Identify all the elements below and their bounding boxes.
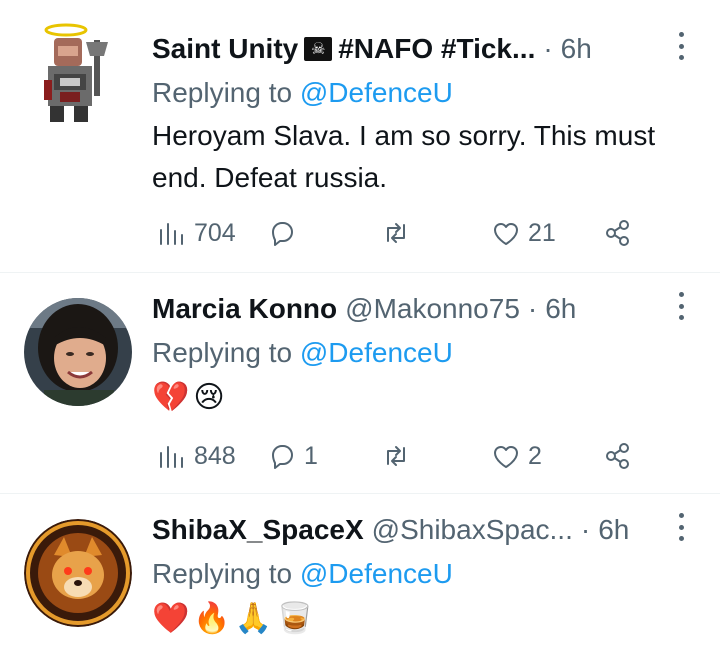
avatar-photo — [24, 298, 132, 406]
heart-icon — [494, 223, 518, 245]
tweet-emojis: ❤️ 🔥 🙏 🥃 — [152, 600, 700, 636]
avatar-knight-image — [44, 23, 108, 122]
reply-button[interactable] — [266, 213, 298, 253]
replying-to-line: Replying to @DefenceU — [152, 333, 700, 373]
tweet-body: Marcia Konno @Makonno75 · 6h Replying to… — [152, 288, 700, 415]
retweet-icon — [387, 223, 405, 243]
replying-to-label: Replying to — [152, 558, 293, 589]
views-icon — [160, 223, 183, 245]
action-bar: 848 1 2 — [152, 436, 652, 476]
retweet-button[interactable] — [380, 213, 412, 253]
folded-hands-emoji: 🙏 — [234, 601, 273, 635]
heart-icon — [494, 446, 518, 468]
avatar-shiba-coin — [24, 519, 132, 627]
fire-emoji: 🔥 — [193, 601, 231, 635]
views-icon — [160, 446, 183, 468]
timestamp[interactable]: 6h — [561, 33, 592, 65]
tweet-header: Saint Unity ☠ #NAFO #Tick... · 6h — [152, 28, 700, 70]
replying-to-line: Replying to @DefenceU — [152, 554, 700, 594]
separator-dot: · — [580, 514, 591, 545]
views-button[interactable]: 848 — [156, 436, 236, 476]
display-name[interactable]: ShibaX_SpaceX — [152, 514, 364, 546]
pirate-flag-icon: ☠ — [304, 37, 333, 61]
broken-heart-emoji: 💔 — [152, 380, 190, 414]
share-icon — [606, 443, 629, 469]
replies-count: 1 — [304, 441, 318, 470]
tweet-header: ShibaX_SpaceX @ShibaxSpac... · 6h — [152, 509, 700, 551]
crying-face-emoji: 😢 — [193, 380, 225, 414]
like-button[interactable]: 21 — [490, 213, 556, 253]
like-button[interactable]: 2 — [490, 436, 542, 476]
mention-link[interactable]: @DefenceU — [300, 558, 453, 589]
tweet-text: Heroyam Slava. I am so sorry. This must … — [152, 120, 656, 193]
red-heart-emoji: ❤️ — [152, 601, 190, 635]
handle[interactable]: @Makonno75 — [345, 293, 520, 325]
display-name-suffix[interactable]: #NAFO #Tick... — [338, 33, 535, 65]
likes-count: 21 — [528, 218, 556, 247]
reply-icon — [272, 445, 293, 469]
more-options-icon[interactable] — [676, 513, 686, 541]
tweet-header: Marcia Konno @Makonno75 · 6h — [152, 288, 700, 330]
avatar[interactable] — [24, 20, 132, 128]
tweet-body: ShibaX_SpaceX @ShibaxSpac... · 6h Replyi… — [152, 509, 700, 636]
action-bar: 704 21 — [152, 213, 652, 253]
tumbler-glass-emoji: 🥃 — [276, 601, 314, 635]
tweet-body: Saint Unity ☠ #NAFO #Tick... · 6h Replyi… — [152, 28, 700, 199]
replying-to-label: Replying to — [152, 337, 293, 368]
mention-link[interactable]: @DefenceU — [300, 337, 453, 368]
avatar[interactable] — [24, 519, 132, 627]
mention-link[interactable]: @DefenceU — [300, 77, 453, 108]
more-options-icon[interactable] — [676, 32, 686, 60]
tweet[interactable]: Saint Unity ☠ #NAFO #Tick... · 6h Replyi… — [0, 0, 720, 272]
retweet-button[interactable] — [380, 436, 412, 476]
handle[interactable]: @ShibaxSpac... — [372, 514, 573, 546]
timestamp[interactable]: 6h — [545, 293, 576, 325]
tweet[interactable]: ShibaX_SpaceX @ShibaxSpac... · 6h Replyi… — [0, 494, 720, 645]
separator-dot: · — [527, 293, 538, 324]
share-icon — [606, 220, 629, 246]
views-count: 848 — [194, 441, 236, 470]
avatar[interactable] — [24, 298, 132, 406]
views-count: 704 — [194, 218, 236, 247]
likes-count: 2 — [528, 441, 542, 470]
retweet-icon — [387, 446, 405, 466]
views-button[interactable]: 704 — [156, 213, 236, 253]
display-name[interactable]: Marcia Konno — [152, 293, 337, 325]
replying-to-label: Replying to — [152, 77, 293, 108]
timestamp[interactable]: 6h — [598, 514, 629, 546]
reply-feed: Saint Unity ☠ #NAFO #Tick... · 6h Replyi… — [0, 0, 720, 645]
separator-dot: · — [543, 33, 553, 64]
tweet[interactable]: Marcia Konno @Makonno75 · 6h Replying to… — [0, 273, 720, 493]
reply-button[interactable]: 1 — [266, 436, 318, 476]
more-options-icon[interactable] — [676, 292, 686, 320]
tweet-emojis: 💔 😢 — [152, 379, 700, 415]
share-button[interactable] — [602, 436, 634, 476]
reply-icon — [272, 222, 293, 246]
display-name[interactable]: Saint Unity — [152, 33, 298, 65]
replying-to-line: Replying to @DefenceU — [152, 73, 700, 113]
share-button[interactable] — [602, 213, 634, 253]
